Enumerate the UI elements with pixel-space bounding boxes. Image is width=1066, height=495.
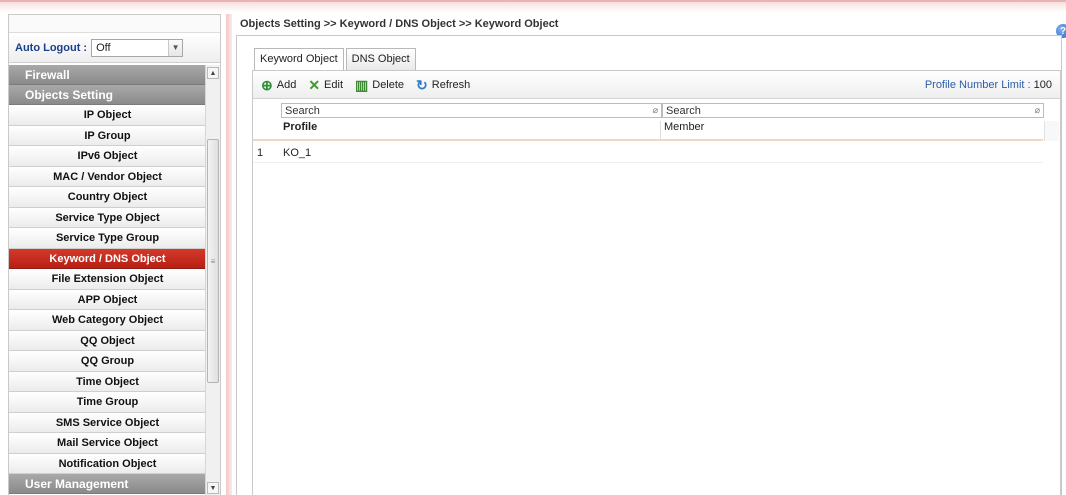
row-profile: KO_1 [283,147,312,159]
trash-icon: ▥ [355,76,369,93]
sidebar-item-time-object[interactable]: Time Object [9,371,206,392]
sidebar-item-service-type-group[interactable]: Service Type Group [9,228,206,249]
profile-limit-value: 100 [1033,79,1052,91]
tab-dns-object[interactable]: DNS Object [345,48,416,70]
sidebar-item-file-extension-object[interactable]: File Extension Object [9,269,206,290]
member-search-placeholder: Search [666,104,701,117]
auto-logout-row: Auto Logout : Off ▼ [9,33,220,63]
column-header-profile[interactable]: Profile [281,121,661,139]
sidebar-item-app-object[interactable]: APP Object [9,289,206,310]
panel-divider [226,14,232,495]
auto-logout-value: Off [96,41,111,54]
tab-keyword-object[interactable]: Keyword Object [254,48,344,71]
profile-search-input[interactable]: Search ⌀ [281,103,662,118]
sidebar-item-qq-group[interactable]: QQ Group [9,351,206,372]
delete-button[interactable]: ▥ Delete [355,78,404,92]
breadcrumb: Objects Setting >> Keyword / DNS Object … [240,18,559,30]
add-label: Add [276,78,297,91]
scroll-up-icon[interactable]: ▲ [207,67,219,79]
table-row[interactable]: 1 KO_1 [253,147,1043,163]
row-index: 1 [257,147,264,159]
edit-button[interactable]: ✕ Edit [308,78,343,92]
refresh-icon: ↻ [416,76,428,93]
profile-number-limit: Profile Number Limit : 100 [925,79,1052,91]
sidebar-item-time-group[interactable]: Time Group [9,392,206,413]
sidebar-scrollbar[interactable]: ▲ ≡ ▼ [205,65,220,495]
menu-group-user-management[interactable]: User Management [9,474,206,494]
grid-scrollbar[interactable] [1044,121,1059,141]
chevron-down-icon[interactable]: ▼ [168,39,183,56]
edit-icon: ✕ [308,76,321,93]
sidebar-menu: Firewall Objects Setting IP Object IP Gr… [9,65,206,494]
refresh-button[interactable]: ↻ Refresh [416,78,470,92]
table-header: Profile Member [281,121,1044,139]
menu-group-objects-setting[interactable]: Objects Setting [9,85,206,105]
refresh-label: Refresh [431,78,471,91]
sidebar-item-mac-vendor-object[interactable]: MAC / Vendor Object [9,166,206,187]
member-search-input[interactable]: Search ⌀ [662,103,1044,118]
search-clear-icon[interactable]: ⌀ [653,105,661,116]
tab-bar: Keyword Object DNS Object [254,48,418,71]
sidebar-item-keyword-dns-object[interactable]: Keyword / DNS Object [9,248,206,269]
scrollbar-thumb[interactable]: ≡ [207,139,219,383]
keyword-object-panel: ⊕ Add ✕ Edit ▥ Delete ↻ Refresh Profile … [252,70,1061,495]
sidebar-item-ipv6-object[interactable]: IPv6 Object [9,146,206,167]
add-icon: ⊕ [261,76,273,93]
main-content: Keyword Object DNS Object ⊕ Add ✕ Edit ▥… [236,35,1062,495]
auto-logout-select[interactable]: Off ▼ [91,38,184,57]
scroll-down-icon[interactable]: ▼ [207,482,219,494]
top-accent-bar [0,0,1066,12]
sidebar-item-web-category-object[interactable]: Web Category Object [9,310,206,331]
column-header-member[interactable]: Member [661,121,1044,139]
profile-search-placeholder: Search [285,104,320,117]
sidebar-header-space [9,15,220,33]
auto-logout-label: Auto Logout : [15,41,88,54]
sidebar-item-mail-service-object[interactable]: Mail Service Object [9,433,206,454]
sidebar-item-sms-service-object[interactable]: SMS Service Object [9,412,206,433]
delete-label: Delete [372,78,405,91]
menu-group-firewall[interactable]: Firewall [9,65,206,85]
sidebar-item-ip-group[interactable]: IP Group [9,125,206,146]
sidebar-item-qq-object[interactable]: QQ Object [9,330,206,351]
profile-limit-label: Profile Number Limit : [924,79,1031,91]
sidebar-item-country-object[interactable]: Country Object [9,187,206,208]
sidebar-item-notification-object[interactable]: Notification Object [9,453,206,474]
sidebar-item-ip-object[interactable]: IP Object [9,105,206,126]
edit-label: Edit [324,78,344,91]
sidebar: Auto Logout : Off ▼ Firewall Objects Set… [8,14,221,495]
header-divider [253,139,1043,141]
toolbar: ⊕ Add ✕ Edit ▥ Delete ↻ Refresh Profile … [253,71,1060,99]
search-row: Search ⌀ Search ⌀ [281,103,1044,118]
add-button[interactable]: ⊕ Add [261,78,296,92]
sidebar-item-service-type-object[interactable]: Service Type Object [9,207,206,228]
search-clear-icon[interactable]: ⌀ [1035,105,1043,116]
